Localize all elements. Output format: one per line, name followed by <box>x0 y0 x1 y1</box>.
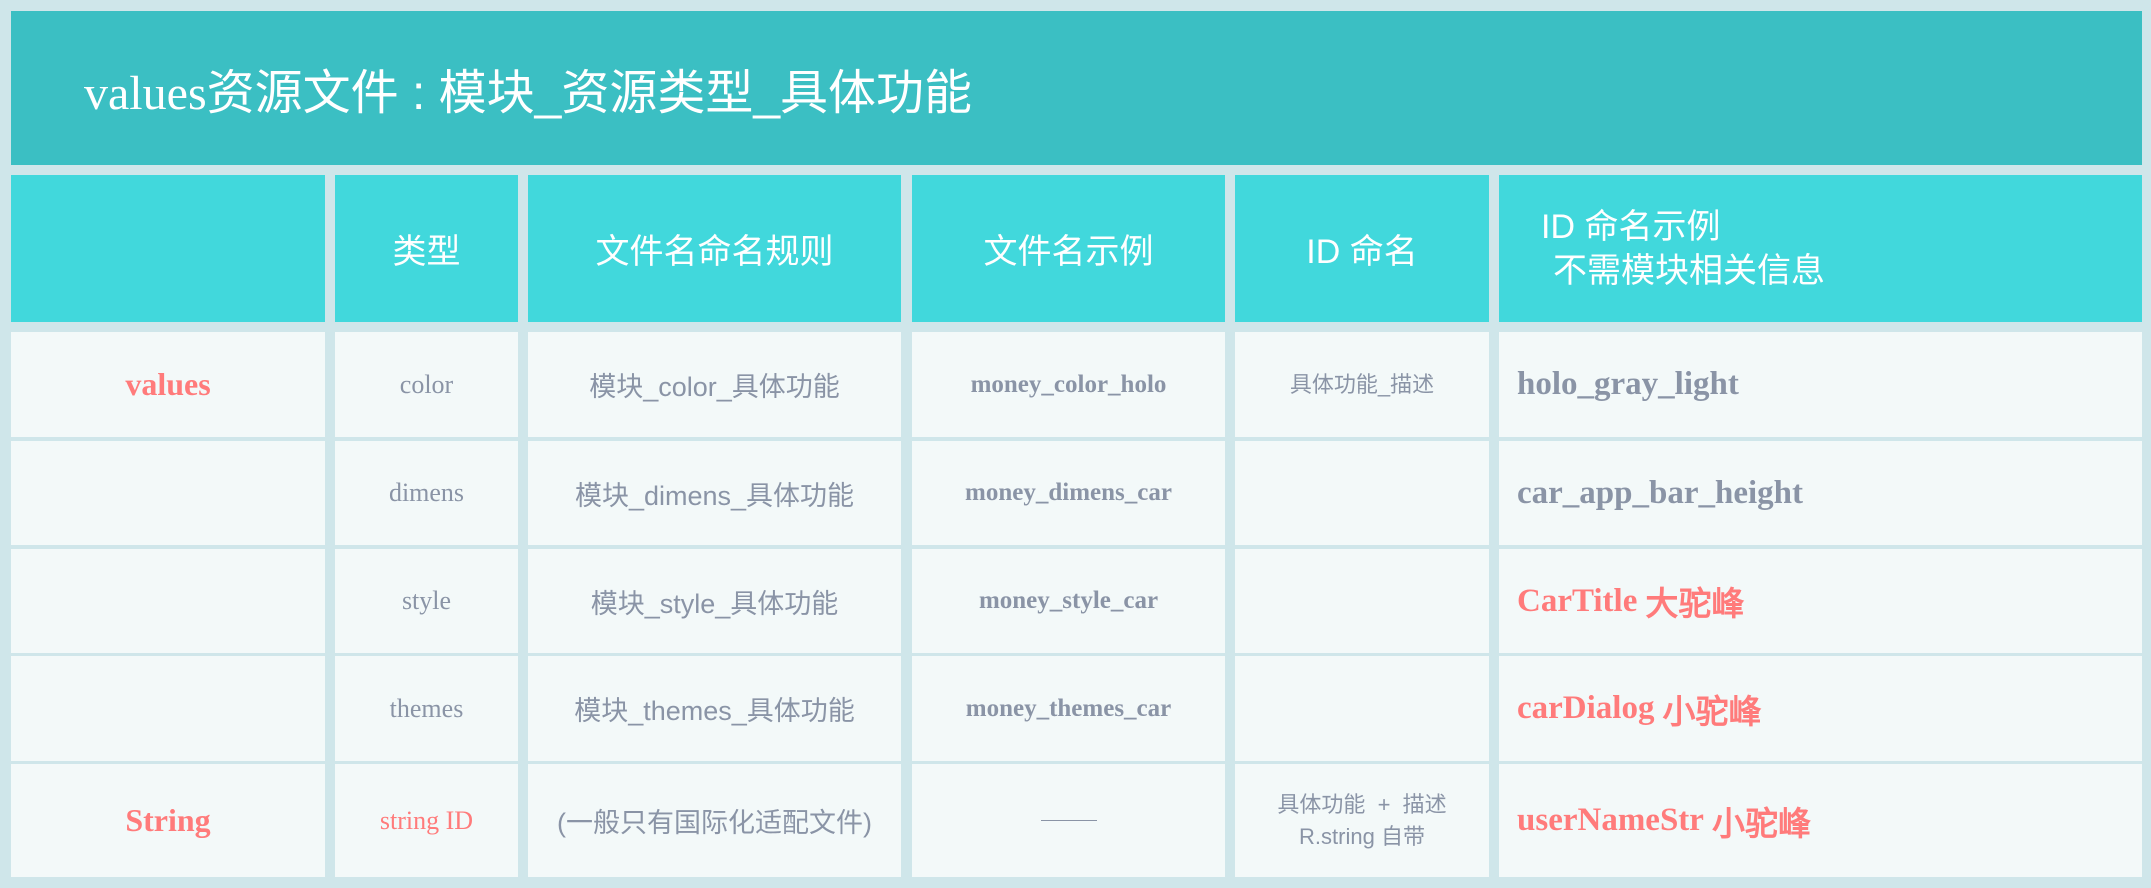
file-rule-cell-text: 模块_color_具体功能 <box>589 372 840 402</box>
title-rest: 资源文件 : 模块_资源类型_具体功能 <box>206 67 973 120</box>
header-id-example-line1: ID 命名示例 <box>1541 207 1721 246</box>
id-example-text: userNameStr <box>1517 802 1704 838</box>
type-cell: dimens <box>335 441 518 545</box>
id-example-cell: holo_gray_light <box>1499 332 2142 437</box>
file-rule-cell: 模块_color_具体功能 <box>528 332 901 437</box>
file-example-cell-text: money_color_holo <box>970 370 1167 398</box>
file-example-cell-text: money_themes_car <box>965 694 1172 722</box>
file-rule-cell: 模块_themes_具体功能 <box>528 656 901 761</box>
file-example-cell-text: money_dimens_car <box>965 479 1172 506</box>
id-example-cell: CarTitle 大驼峰 <box>1499 549 2142 653</box>
file-example-cell <box>912 764 1225 877</box>
case-style-note: 大驼峰 <box>1645 584 1745 623</box>
file-rule-cell: 模块_dimens_具体功能 <box>528 441 901 545</box>
id-naming-text: 具体功能 + 描述 <box>1277 791 1447 817</box>
file-rule-cell-text: 模块_style_具体功能 <box>590 588 839 619</box>
id-example-cell: carDialog 小驼峰 <box>1499 656 2142 761</box>
id-example-text: carDialog <box>1517 690 1655 726</box>
id-naming-cell <box>1235 549 1489 653</box>
id-naming-note: R.string 自带 <box>1299 823 1425 849</box>
id-naming-text: 具体功能_描述 <box>1289 371 1435 397</box>
file-rule-cell-text: 模块_themes_具体功能 <box>574 696 855 726</box>
header-type: 类型 <box>335 175 518 322</box>
header-id-naming-label: ID 命名 <box>1306 233 1418 271</box>
type-cell-text: color <box>399 369 454 399</box>
id-naming-cell: 具体功能_描述 <box>1235 332 1489 437</box>
file-example-cell-text: money_style_car <box>978 587 1159 614</box>
type-cell-text: dimens <box>388 478 465 507</box>
category-cell <box>11 656 325 761</box>
header-id-example-line2: 不需模块相关信息 <box>1553 251 1825 290</box>
header-file-rule: 文件名命名规则 <box>528 175 901 322</box>
type-cell: string ID <box>335 764 518 877</box>
header-file-example-label: 文件名示例 <box>983 233 1154 271</box>
file-example-cell: money_style_car <box>912 549 1225 653</box>
category-cell <box>11 441 325 545</box>
category-cell: values <box>11 332 325 437</box>
id-naming-cell: 具体功能 + 描述 R.string 自带 <box>1235 764 1489 877</box>
file-rule-cell-text: (一般只有国际化适配文件) <box>557 808 872 838</box>
type-cell: style <box>335 549 518 653</box>
id-example-cell: car_app_bar_height <box>1499 441 2142 545</box>
type-cell: themes <box>335 656 518 761</box>
page-title: values资源文件 : 模块_资源类型_具体功能 <box>84 53 972 123</box>
title-latin: values <box>84 67 207 120</box>
id-naming-cell <box>1235 441 1489 545</box>
category-cell-text: String <box>125 802 211 838</box>
type-cell-text: themes <box>389 693 464 723</box>
file-rule-cell-text: 模块_dimens_具体功能 <box>574 480 855 511</box>
header-id-example: ID 命名示例 不需模块相关信息 <box>1499 175 2142 322</box>
header-file-rule-label: 文件名命名规则 <box>595 233 834 271</box>
type-cell-text: style <box>401 586 452 615</box>
id-example-cell: userNameStr 小驼峰 <box>1499 764 2142 877</box>
file-rule-cell: 模块_style_具体功能 <box>528 549 901 653</box>
case-style-note: 小驼峰 <box>1711 803 1811 843</box>
file-example-cell: money_color_holo <box>912 332 1225 437</box>
file-example-cell: money_themes_car <box>912 656 1225 761</box>
header-file-example: 文件名示例 <box>912 175 1225 322</box>
id-example-text: car_app_bar_height <box>1517 474 1804 511</box>
header-category <box>11 175 325 322</box>
type-cell: color <box>335 332 518 437</box>
header-type-label: 类型 <box>392 233 461 271</box>
category-cell: String <box>11 764 325 877</box>
dash-placeholder <box>1040 820 1097 821</box>
type-cell-text: string ID <box>379 805 474 835</box>
category-cell <box>11 549 325 653</box>
header-id-naming: ID 命名 <box>1235 175 1489 322</box>
category-cell-text: values <box>125 366 211 402</box>
title-band: values资源文件 : 模块_资源类型_具体功能 <box>11 11 2142 165</box>
id-naming-cell <box>1235 656 1489 761</box>
case-style-note: 小驼峰 <box>1662 691 1762 731</box>
file-example-cell: money_dimens_car <box>912 441 1225 545</box>
file-rule-cell: (一般只有国际化适配文件) <box>528 764 901 877</box>
id-example-text: CarTitle <box>1517 582 1638 619</box>
id-example-text: holo_gray_light <box>1517 366 1739 402</box>
